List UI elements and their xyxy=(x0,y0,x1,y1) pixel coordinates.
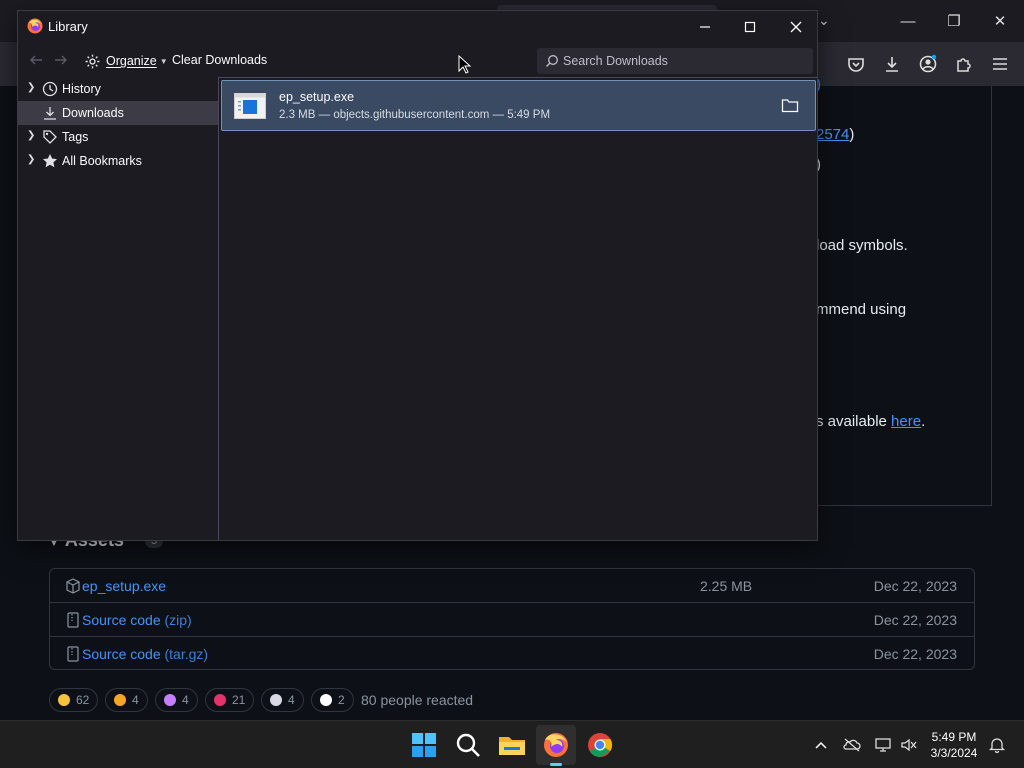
package-icon xyxy=(66,578,80,594)
asset-row[interactable]: Source code (tar.gz) Dec 22, 2023 xyxy=(50,637,974,671)
dropdown-caret-icon: ▼ xyxy=(159,56,168,66)
asset-size: 2.25 MB xyxy=(700,578,753,594)
browser-close-icon[interactable]: ✕ xyxy=(990,12,1010,32)
taskbar: 5:49 PM 3/3/2024 xyxy=(0,720,1024,768)
sidebar-item-downloads[interactable]: Downloads xyxy=(18,101,218,125)
laugh-icon xyxy=(114,694,126,706)
sidebar-item-label: History xyxy=(62,82,101,96)
sidebar-item-label: All Bookmarks xyxy=(62,154,142,168)
browser-minimize-icon[interactable]: — xyxy=(898,12,918,32)
asset-date: Dec 22, 2023 xyxy=(873,646,957,662)
download-filename: ep_setup.exe xyxy=(279,90,355,104)
library-sidebar: ❯ History Downloads ❯ Tags ❯ All Bookmar… xyxy=(18,77,218,540)
volume-muted-icon[interactable] xyxy=(900,737,918,753)
tag-icon xyxy=(43,130,57,144)
search-icon[interactable] xyxy=(452,729,484,761)
asset-row[interactable]: ep_setup.exe 2.25 MB Dec 22, 2023 xyxy=(50,569,974,603)
library-window: Library Organize ▼ Clear Downloads ❯ His… xyxy=(17,10,818,541)
hooray-icon xyxy=(164,694,176,706)
menu-icon[interactable] xyxy=(990,54,1010,74)
reacted-count-text: 80 people reacted xyxy=(361,692,474,708)
reaction-rocket[interactable]: 4 xyxy=(261,688,304,712)
sidebar-item-all-bookmarks[interactable]: ❯ All Bookmarks xyxy=(18,149,218,173)
close-icon[interactable] xyxy=(786,17,806,37)
open-folder-icon[interactable] xyxy=(781,97,799,113)
sidebar-item-tags[interactable]: ❯ Tags xyxy=(18,125,218,149)
download-icon xyxy=(44,107,56,120)
pocket-icon[interactable] xyxy=(846,54,866,74)
asset-date: Dec 22, 2023 xyxy=(873,612,957,628)
star-icon xyxy=(43,154,57,168)
here-link[interactable]: here xyxy=(891,413,921,430)
reaction-heart[interactable]: 21 xyxy=(205,688,255,712)
asset-name-link[interactable]: Source code (zip) xyxy=(82,612,192,628)
sidebar-item-history[interactable]: ❯ History xyxy=(18,77,218,101)
minimize-icon[interactable] xyxy=(695,17,715,37)
asset-row[interactable]: Source code (zip) Dec 22, 2023 xyxy=(50,603,974,637)
organize-button[interactable]: Organize ▼ xyxy=(84,50,168,72)
reaction-hooray[interactable]: 4 xyxy=(155,688,198,712)
thumbs-up-icon xyxy=(58,694,70,706)
issue-link[interactable]: 2574) xyxy=(816,126,854,143)
reaction-thumbs-up[interactable]: 62 xyxy=(49,688,99,712)
chrome-icon[interactable] xyxy=(584,729,616,761)
expand-twisty-icon[interactable]: ❯ xyxy=(27,82,35,93)
file-explorer-icon[interactable] xyxy=(496,729,528,761)
library-title: Library xyxy=(48,19,88,34)
notification-bell-icon[interactable] xyxy=(988,737,1006,753)
page-line: load symbols. xyxy=(816,237,908,254)
gear-icon xyxy=(85,54,100,68)
asset-name-link[interactable]: Source code (tar.gz) xyxy=(82,646,208,662)
account-icon[interactable] xyxy=(918,54,938,74)
extensions-icon[interactable] xyxy=(954,54,974,74)
back-arrow-icon[interactable] xyxy=(28,52,44,68)
tab-list-chevron-icon[interactable]: ⌄ xyxy=(818,12,830,29)
expand-twisty-icon[interactable]: ❯ xyxy=(27,154,35,165)
network-display-icon[interactable] xyxy=(874,737,892,753)
mouse-cursor-icon xyxy=(458,55,472,74)
show-hidden-icons-chevron-icon[interactable] xyxy=(812,737,830,753)
maximize-icon[interactable] xyxy=(740,17,760,37)
search-icon xyxy=(546,55,558,67)
heart-icon xyxy=(214,694,226,706)
rocket-icon xyxy=(270,694,282,706)
assets-list: ep_setup.exe 2.25 MB Dec 22, 2023 Source… xyxy=(49,568,975,670)
organize-label: Organize xyxy=(106,54,157,68)
asset-date: Dec 22, 2023 xyxy=(873,578,957,594)
firefox-icon[interactable] xyxy=(540,729,572,761)
start-icon[interactable] xyxy=(408,729,440,761)
page-line: mmend using xyxy=(816,301,907,318)
asset-name-link[interactable]: ep_setup.exe xyxy=(82,578,166,594)
sidebar-item-label: Downloads xyxy=(62,106,124,120)
downloads-icon[interactable] xyxy=(882,54,902,74)
search-box[interactable] xyxy=(537,48,813,74)
expand-twisty-icon[interactable]: ❯ xyxy=(27,130,35,141)
download-details: 2.3 MB — objects.githubusercontent.com —… xyxy=(279,109,551,121)
file-zip-icon xyxy=(67,612,79,628)
clock-date: 3/3/2024 xyxy=(930,746,978,760)
firefox-logo-icon xyxy=(27,18,43,34)
reaction-eyes[interactable]: 2 xyxy=(311,688,354,712)
onedrive-offline-icon[interactable] xyxy=(843,737,861,753)
page-line-with-link: s available here. xyxy=(816,413,926,430)
search-downloads-input[interactable] xyxy=(563,48,803,74)
file-zip-icon xyxy=(67,646,79,662)
clock-icon xyxy=(42,81,58,97)
forward-arrow-icon[interactable] xyxy=(53,52,69,68)
exe-file-icon xyxy=(234,93,266,119)
taskbar-clock[interactable]: 5:49 PM 3/3/2024 xyxy=(924,729,984,761)
browser-restore-icon[interactable]: ❐ xyxy=(944,12,964,32)
library-toolbar: Organize ▼ Clear Downloads xyxy=(18,43,817,77)
download-item[interactable]: ep_setup.exe 2.3 MB — objects.githubuser… xyxy=(221,80,816,131)
library-titlebar[interactable]: Library xyxy=(18,11,817,43)
sidebar-item-label: Tags xyxy=(62,130,89,144)
downloads-list: ep_setup.exe 2.3 MB — objects.githubuser… xyxy=(218,77,817,540)
reaction-laugh[interactable]: 4 xyxy=(105,688,148,712)
eyes-icon xyxy=(320,694,332,706)
clear-downloads-button[interactable]: Clear Downloads xyxy=(172,53,267,67)
running-app-indicator xyxy=(550,763,562,766)
clock-time: 5:49 PM xyxy=(931,730,977,744)
